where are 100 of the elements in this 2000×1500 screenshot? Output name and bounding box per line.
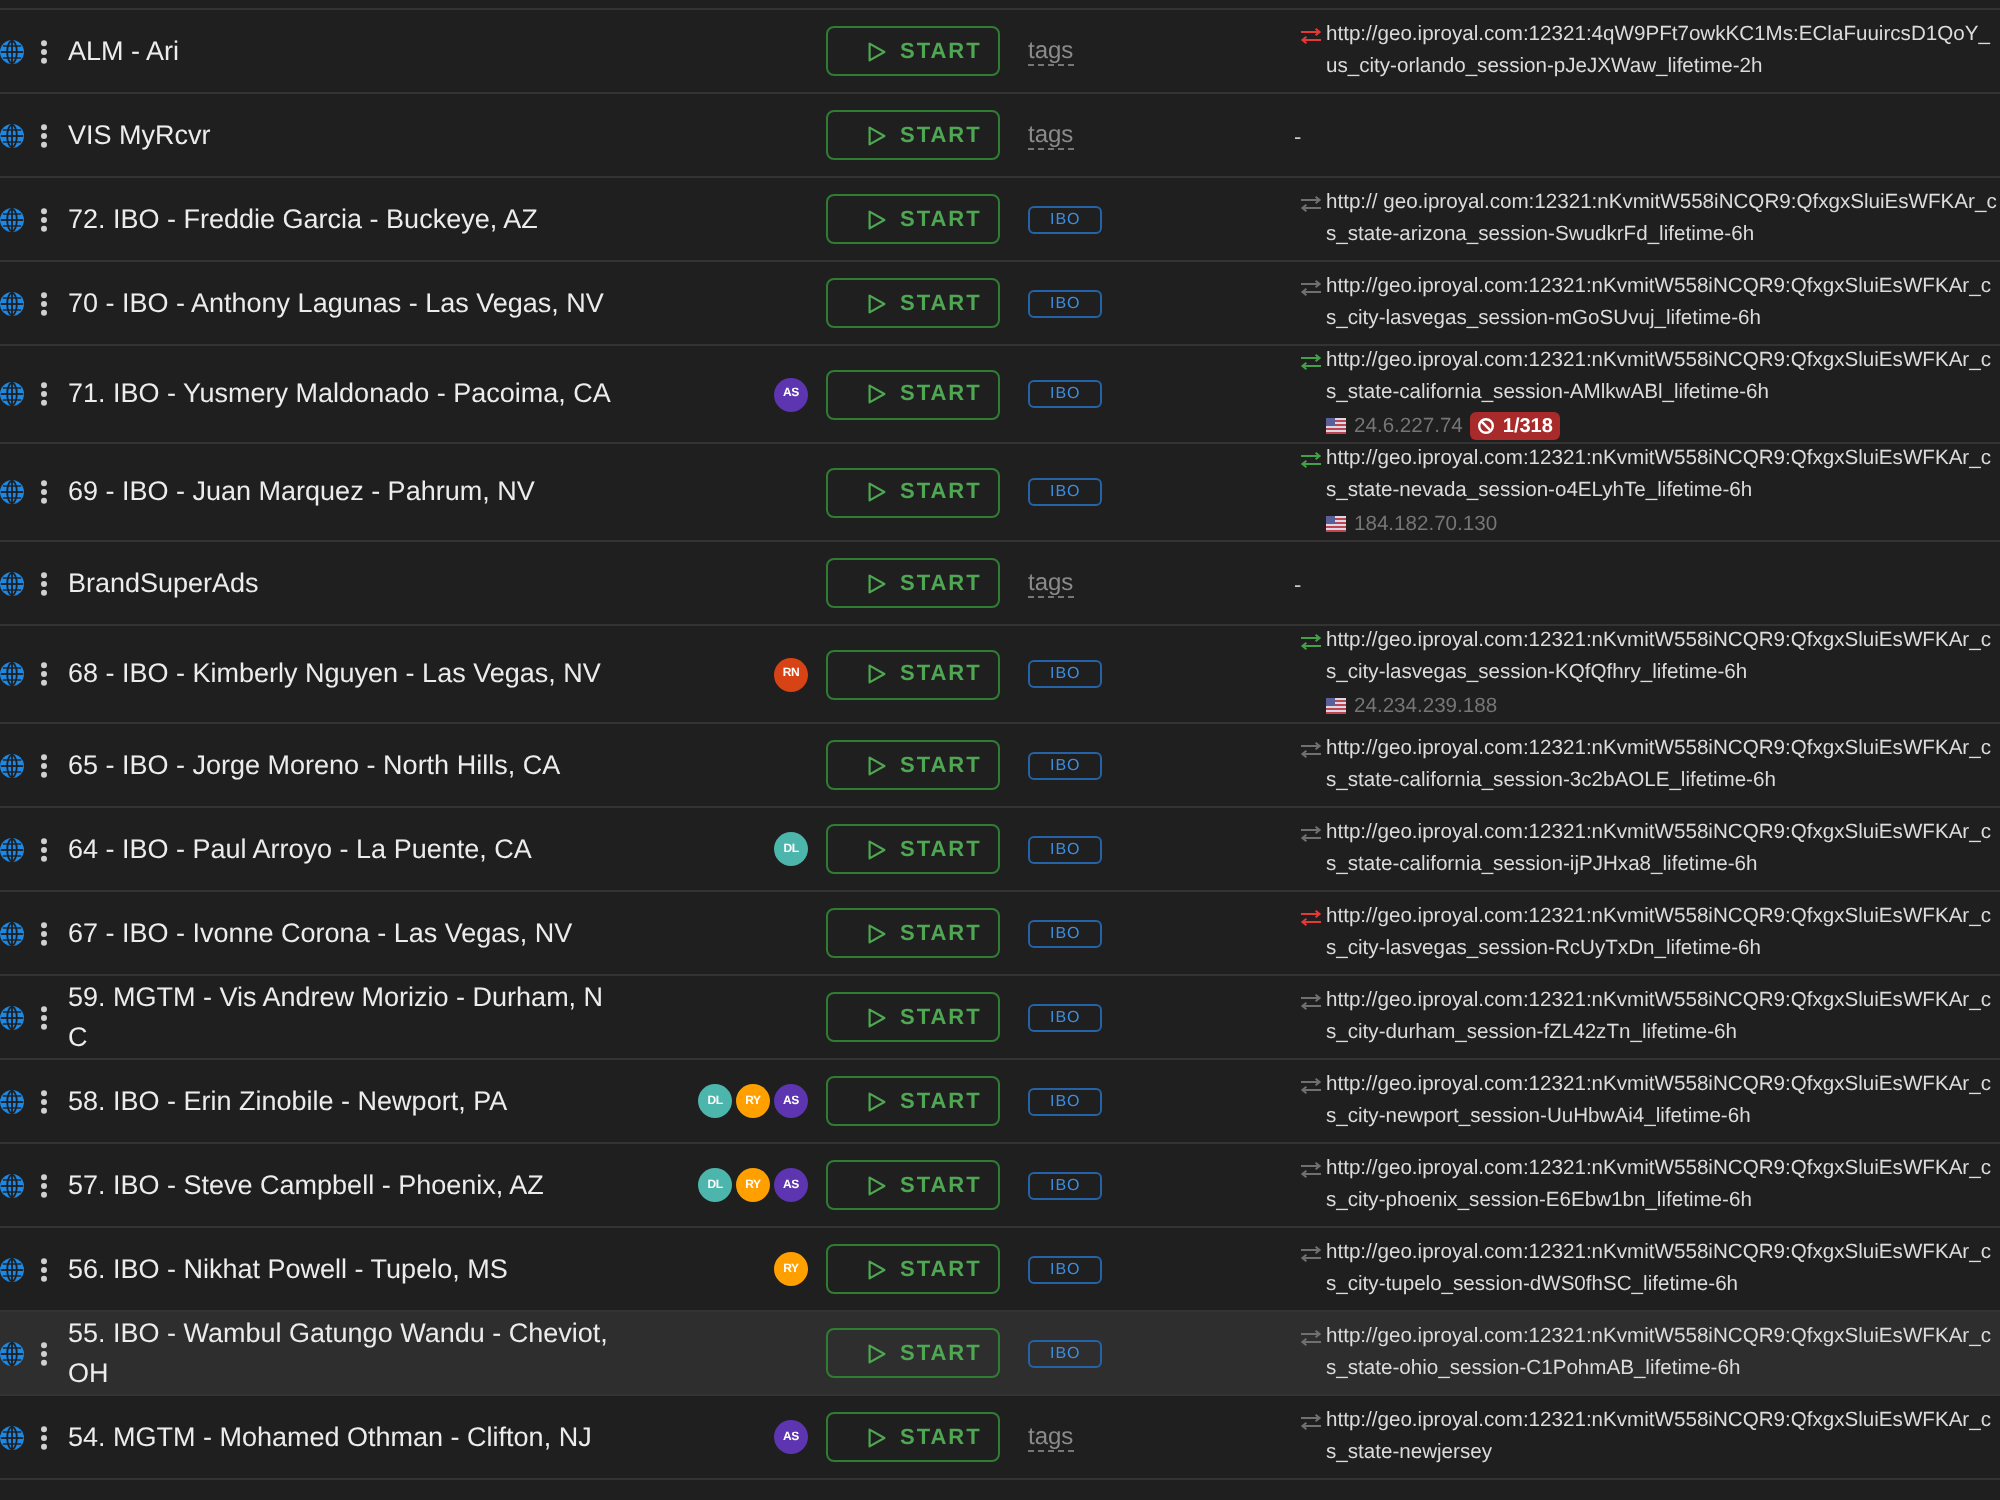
ip-address: 24.234.239.188 [1354, 695, 1498, 717]
profile-name: 59. MGTM - Vis Andrew Morizio - Durham, NC [68, 979, 606, 1055]
more-icon[interactable] [40, 1341, 48, 1365]
proxy-url: s_city-lasvegas_session-RcUyTxDn_lifetime-6h [1326, 935, 1763, 963]
table-row[interactable]: 55. IBO - Wambul Gatungo Wandu - Cheviot, OH START IBO http://geo.iproyal.com:12321:nKvmitW558iNCQR9:QfxgxSluiEsWFKAr_c s_state-ohio_session-C1PohmAB_lifetime-6h [0, 1312, 2000, 1396]
more-icon[interactable] [40, 39, 48, 63]
start-button[interactable]: START [826, 194, 1000, 244]
proxy-url: s_city-tupelo_session-dWS0fhSC_lifetime-6h [1326, 1271, 1741, 1299]
profile-name: 55. IBO - Wambul Gatungo Wandu - Cheviot, OH [68, 1315, 610, 1391]
start-button[interactable]: START [826, 824, 1000, 874]
start-button[interactable]: START [826, 558, 1000, 608]
start-button[interactable]: START [826, 369, 1000, 419]
globe-icon [0, 123, 24, 147]
start-button[interactable]: START [826, 740, 1000, 790]
proxy-url: http://geo.iproyal.com:12321:nKvmitW558iNCQR9:QfxgxSluiEsWFKAr_c [1326, 1071, 1991, 1099]
start-button[interactable]: START [826, 1076, 1000, 1126]
proxy-url: http://geo.iproyal.com:12321:nKvmitW558iNCQR9:QfxgxSluiEsWFKAr_c [1326, 1407, 1991, 1435]
start-button[interactable]: START [826, 649, 1000, 699]
proxy-url: http://geo.iproyal.com:12321:nKvmitW558iNCQR9:QfxgxSluiEsWFKAr_c [1326, 273, 1991, 301]
profile-name: 54. MGTM - Mohamed Othman - Clifton, NJ [68, 1419, 594, 1455]
proxy-url: s_state-california_session-AMlkwABl_lifetime-6h [1326, 380, 1771, 408]
profile-name: 70 - IBO - Anthony Lagunas - Las Vegas, NV [68, 285, 606, 322]
start-button[interactable]: START [826, 1244, 1000, 1294]
more-icon[interactable] [40, 662, 48, 686]
globe-icon [0, 571, 24, 595]
proxy-url: s_state-california_session-ijPJHxa8_lifetime-6h [1326, 851, 1760, 879]
more-icon[interactable] [40, 837, 48, 861]
tag-chip[interactable]: IBO [1028, 660, 1103, 688]
globe-icon [0, 480, 24, 504]
start-button[interactable]: START [826, 1328, 1000, 1378]
start-button[interactable]: START [826, 1160, 1000, 1210]
start-button[interactable]: START [826, 908, 1000, 958]
more-icon[interactable] [40, 207, 48, 231]
play-icon [868, 1259, 886, 1279]
tag-chip[interactable]: IBO [1028, 289, 1103, 317]
profile-name: 67 - IBO - Ivonne Corona - Las Vegas, NV [68, 915, 575, 952]
proxy-url: http://geo.iproyal.com:12321:nKvmitW558iNCQR9:QfxgxSluiEsWFKAr_c [1326, 1323, 1991, 1351]
more-icon[interactable] [40, 1257, 48, 1281]
more-icon[interactable] [40, 123, 48, 147]
ban-icon [1478, 418, 1495, 434]
more-icon[interactable] [40, 480, 48, 504]
empty-proxy: - [1294, 125, 1302, 149]
us-flag-icon [1326, 516, 1346, 532]
tags-link[interactable]: tags [1028, 121, 1074, 149]
tag-chip[interactable]: IBO [1028, 1171, 1103, 1199]
more-icon[interactable] [40, 1005, 48, 1029]
start-button[interactable]: START [826, 467, 1000, 517]
profile-name: 58. IBO - Erin Zinobile - Newport, PA [68, 1083, 510, 1120]
more-icon[interactable] [40, 1425, 48, 1449]
globe-icon [0, 207, 24, 231]
play-icon [868, 1175, 886, 1195]
tag-chip[interactable]: IBO [1028, 751, 1103, 779]
tags-link[interactable]: tags [1028, 569, 1074, 597]
proxy-url: http://geo.iproyal.com:12321:nKvmitW558iNCQR9:QfxgxSluiEsWFKAr_c [1326, 1155, 1991, 1183]
play-icon [868, 1343, 886, 1363]
globe-icon [0, 1257, 24, 1281]
start-button[interactable]: START [826, 278, 1000, 328]
profile-name: VIS MyRcvr [68, 117, 213, 154]
profile-name: 69 - IBO - Juan Marquez - Pahrum, NV [68, 474, 537, 510]
more-icon[interactable] [40, 571, 48, 595]
ip-address: 184.182.70.130 [1354, 513, 1498, 535]
more-icon[interactable] [40, 1173, 48, 1197]
proxy-url: http://geo.iproyal.com:12321:4qW9PFt7owkKC1Ms:EClaFuuircsD1QoY_ [1326, 21, 1990, 49]
start-button[interactable]: START [826, 26, 1000, 76]
proxy-url: us_city-orlando_session-pJeJXWaw_lifetime-2h [1326, 53, 1765, 81]
more-icon[interactable] [40, 291, 48, 315]
ip-address: 24.6.227.74 [1354, 415, 1463, 437]
table-row[interactable]: 69 - IBO - Juan Marquez - Pahrum, NV START IBO http://geo.iproyal.com:12321:nKvmitW558iNCQR9:QfxgxSluiEsWFKAr_c s_state-nevada_session-o4ELyhTe_lifetime-6h 184.182.70.130 [0, 444, 2000, 542]
tag-chip[interactable]: IBO [1028, 1255, 1103, 1283]
globe-icon [0, 662, 24, 686]
tag-chip[interactable]: IBO [1028, 1087, 1103, 1115]
tag-chip[interactable]: IBO [1028, 478, 1103, 506]
globe-icon [0, 753, 24, 777]
play-icon [868, 923, 886, 943]
profile-name: 57. IBO - Steve Campbell - Phoenix, AZ [68, 1167, 546, 1204]
us-flag-icon [1326, 418, 1346, 434]
start-button[interactable]: START [826, 110, 1000, 160]
play-icon [868, 482, 886, 502]
tags-link[interactable]: tags [1028, 37, 1074, 65]
more-icon[interactable] [40, 753, 48, 777]
globe-icon [0, 921, 24, 945]
tag-chip[interactable]: IBO [1028, 1003, 1103, 1031]
more-icon[interactable] [40, 921, 48, 945]
tag-chip[interactable]: IBO [1028, 205, 1103, 233]
tag-chip[interactable]: IBO [1028, 380, 1103, 408]
start-button[interactable]: START [826, 992, 1000, 1042]
play-icon [868, 1007, 886, 1027]
proxy-url: http://geo.iproyal.com:12321:nKvmitW558iNCQR9:QfxgxSluiEsWFKAr_c [1326, 819, 1991, 847]
more-icon[interactable] [40, 1089, 48, 1113]
us-flag-icon [1326, 698, 1346, 714]
proxy-url: http://geo.iproyal.com:12321:nKvmitW558iNCQR9:QfxgxSluiEsWFKAr_c [1326, 628, 1991, 656]
proxy-url: s_state-arizona_session-SwudkrFd_lifetime-6h [1326, 221, 1757, 249]
tag-chip[interactable]: IBO [1028, 919, 1103, 947]
tag-chip[interactable]: IBO [1028, 1339, 1103, 1367]
globe-icon [0, 1089, 24, 1113]
play-icon [868, 1091, 886, 1111]
tag-chip[interactable]: IBO [1028, 835, 1103, 863]
more-icon[interactable] [40, 382, 48, 406]
tags-link[interactable]: tags [1028, 1423, 1074, 1451]
start-button[interactable]: START [826, 1412, 1000, 1462]
